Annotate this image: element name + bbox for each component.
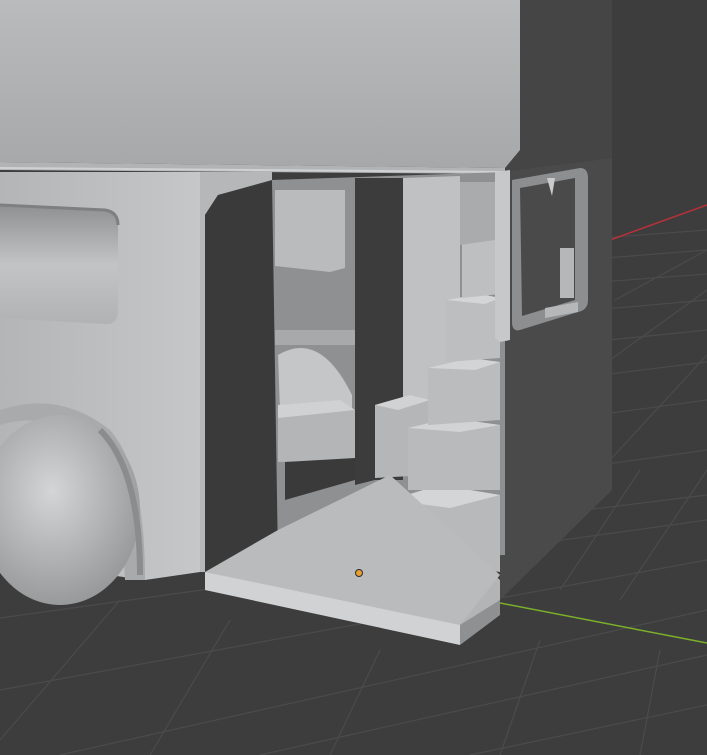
interior-seat-back [275,330,355,345]
interior-seat [278,410,355,462]
x-axis-line [609,204,707,241]
viewport-canvas[interactable] [0,0,707,755]
interior-window [275,190,345,272]
door-pillar-left-inner [205,182,278,572]
object-origin-marker[interactable] [355,569,363,577]
side-window [0,205,118,325]
window-handle [560,248,574,298]
y-axis-line [499,602,707,644]
bus-upper-deck [0,0,520,168]
3d-viewport[interactable] [0,0,707,755]
rear-right-pillar [495,170,510,342]
